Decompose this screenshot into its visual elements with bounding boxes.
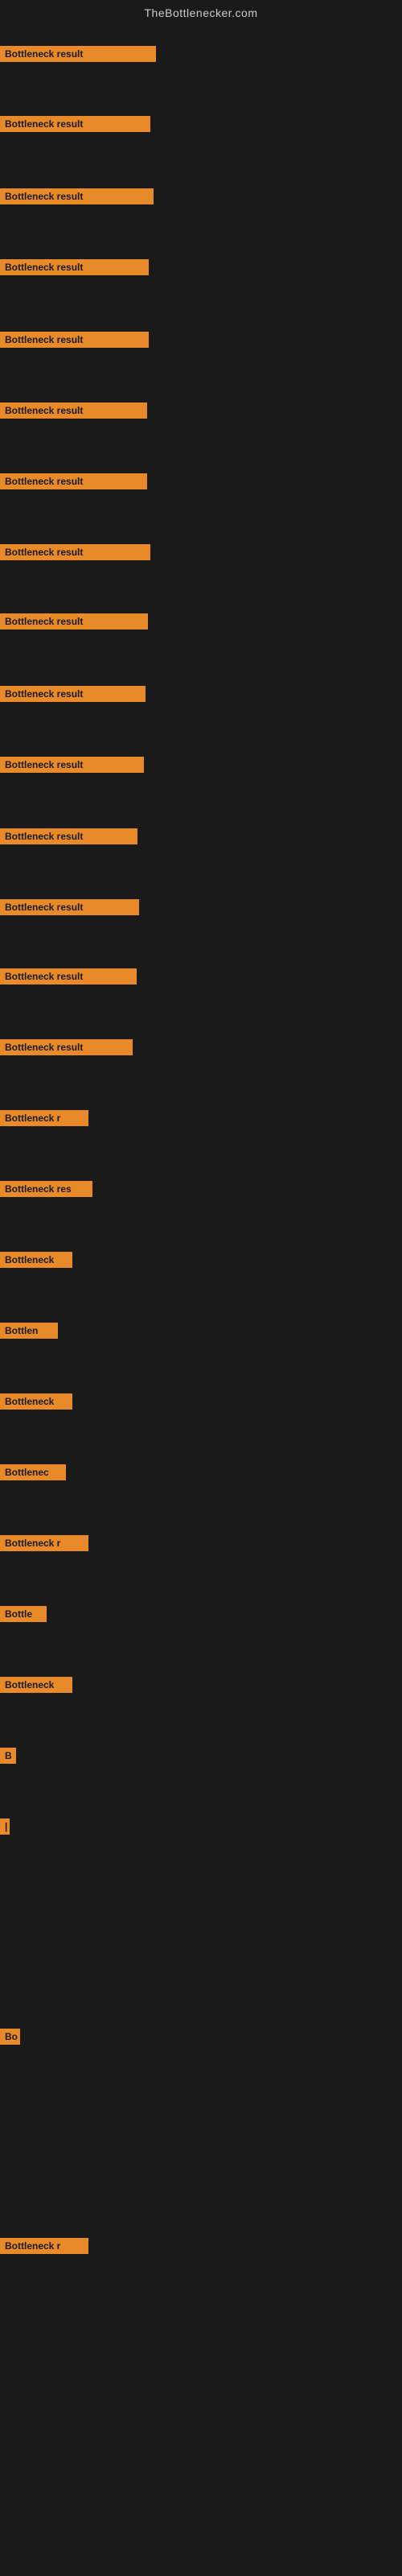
bottleneck-badge-7[interactable]: Bottleneck result [0,473,147,489]
bottleneck-item-15: Bottleneck result [0,1039,133,1059]
bottleneck-badge-15[interactable]: Bottleneck result [0,1039,133,1055]
bottleneck-item-25: B [0,1748,16,1768]
bottleneck-badge-26[interactable]: | [0,1818,10,1835]
bottleneck-badge-12[interactable]: Bottleneck result [0,828,137,844]
site-header: TheBottlenecker.com [0,0,402,23]
bottleneck-badge-6[interactable]: Bottleneck result [0,402,147,419]
bottleneck-item-3: Bottleneck result [0,188,154,208]
bottleneck-badge-16[interactable]: Bottleneck r [0,1110,88,1126]
bottleneck-item-7: Bottleneck result [0,473,147,493]
bottleneck-item-22: Bottleneck r [0,1535,88,1555]
bottleneck-item-19: Bottlen [0,1323,58,1343]
bottleneck-item-17: Bottleneck res [0,1181,92,1201]
bottleneck-badge-18[interactable]: Bottleneck [0,1252,72,1268]
bottleneck-badge-23[interactable]: Bottle [0,1606,47,1622]
bottleneck-badge-22[interactable]: Bottleneck r [0,1535,88,1551]
bottleneck-item-24: Bottleneck [0,1677,72,1697]
bottleneck-item-21: Bottlenec [0,1464,66,1484]
bottleneck-badge-21[interactable]: Bottlenec [0,1464,66,1480]
bottleneck-item-23: Bottle [0,1606,47,1626]
bottleneck-item-28: Bottleneck r [0,2238,88,2258]
bottleneck-badge-2[interactable]: Bottleneck result [0,116,150,132]
bottleneck-item-18: Bottleneck [0,1252,72,1272]
bottleneck-badge-19[interactable]: Bottlen [0,1323,58,1339]
bottleneck-item-20: Bottleneck [0,1393,72,1414]
bottleneck-item-13: Bottleneck result [0,899,139,919]
bottleneck-badge-25[interactable]: B [0,1748,16,1764]
bottleneck-item-26: | [0,1818,10,1839]
bottleneck-badge-10[interactable]: Bottleneck result [0,686,146,702]
bottleneck-item-11: Bottleneck result [0,757,144,777]
bottleneck-badge-8[interactable]: Bottleneck result [0,544,150,560]
bottleneck-item-5: Bottleneck result [0,332,149,352]
bottleneck-badge-20[interactable]: Bottleneck [0,1393,72,1410]
bottleneck-item-1: Bottleneck result [0,46,156,66]
bottleneck-badge-3[interactable]: Bottleneck result [0,188,154,204]
bottleneck-item-12: Bottleneck result [0,828,137,848]
bottleneck-item-4: Bottleneck result [0,259,149,279]
bottleneck-badge-11[interactable]: Bottleneck result [0,757,144,773]
bottleneck-item-6: Bottleneck result [0,402,147,423]
bottleneck-badge-14[interactable]: Bottleneck result [0,968,137,985]
bottleneck-badge-13[interactable]: Bottleneck result [0,899,139,915]
bottleneck-badge-5[interactable]: Bottleneck result [0,332,149,348]
bottleneck-item-2: Bottleneck result [0,116,150,136]
bottleneck-item-8: Bottleneck result [0,544,150,564]
bottleneck-item-16: Bottleneck r [0,1110,88,1130]
bottleneck-badge-1[interactable]: Bottleneck result [0,46,156,62]
bottleneck-item-27: Bo [0,2029,20,2049]
bottleneck-item-9: Bottleneck result [0,613,148,634]
bottleneck-item-10: Bottleneck result [0,686,146,706]
bottleneck-badge-28[interactable]: Bottleneck r [0,2238,88,2254]
bottleneck-badge-9[interactable]: Bottleneck result [0,613,148,630]
bottleneck-badge-17[interactable]: Bottleneck res [0,1181,92,1197]
bottleneck-badge-4[interactable]: Bottleneck result [0,259,149,275]
bottleneck-item-14: Bottleneck result [0,968,137,989]
bottleneck-badge-24[interactable]: Bottleneck [0,1677,72,1693]
bottleneck-badge-27[interactable]: Bo [0,2029,20,2045]
